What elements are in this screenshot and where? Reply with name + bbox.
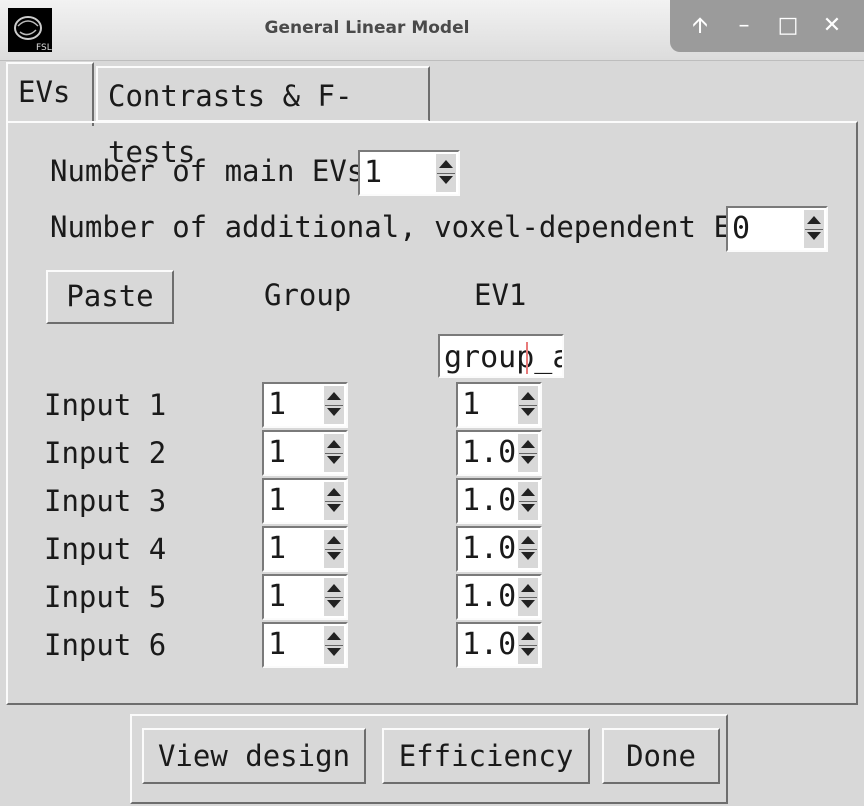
ev1-value: 1.0 bbox=[462, 531, 517, 566]
main-evs-label: Number of main EVs bbox=[50, 154, 365, 188]
main-evs-spinbox[interactable]: 1 bbox=[358, 150, 460, 196]
input-row-label: Input 4 bbox=[44, 532, 167, 566]
ev1-column-header: EV1 bbox=[474, 278, 527, 312]
spin-arrows-icon[interactable] bbox=[518, 434, 538, 472]
spin-arrows-icon[interactable] bbox=[324, 386, 344, 424]
tab-contrasts-f-tests[interactable]: Contrasts & F-tests bbox=[96, 66, 430, 169]
group-spinbox[interactable]: 1 bbox=[262, 574, 348, 620]
spin-arrows-icon[interactable] bbox=[324, 530, 344, 568]
spin-arrows-icon[interactable] bbox=[518, 626, 538, 664]
close-icon[interactable]: ✕ bbox=[810, 0, 854, 52]
group-column-header: Group bbox=[264, 278, 352, 312]
ev1-spinbox[interactable]: 1.0 bbox=[456, 622, 542, 668]
group-spinbox[interactable]: 1 bbox=[262, 382, 348, 428]
group-value: 1 bbox=[268, 627, 287, 662]
ev1-value: 1.0 bbox=[462, 483, 517, 518]
spin-arrows-icon[interactable] bbox=[324, 626, 344, 664]
input-row-label: Input 2 bbox=[44, 436, 167, 470]
ev1-value: 1.0 bbox=[462, 435, 517, 470]
additional-evs-value: 0 bbox=[732, 211, 751, 246]
group-spinbox[interactable]: 1 bbox=[262, 526, 348, 572]
window-title: General Linear Model bbox=[264, 18, 470, 38]
spin-arrows-icon[interactable] bbox=[324, 482, 344, 520]
spin-arrows-icon[interactable] bbox=[436, 154, 456, 192]
window-controls: 🡩 – □ ✕ bbox=[670, 0, 864, 52]
ev1-spinbox[interactable]: 1.0 bbox=[456, 526, 542, 572]
ev1-name-value: group_av bbox=[444, 340, 562, 375]
efficiency-button[interactable]: Efficiency bbox=[382, 728, 590, 784]
tab-evs-label: EVs bbox=[18, 75, 71, 109]
spin-arrows-icon[interactable] bbox=[324, 578, 344, 616]
done-button[interactable]: Done bbox=[602, 728, 720, 784]
ev1-name-input[interactable]: group_av bbox=[438, 334, 564, 378]
additional-evs-spinbox[interactable]: 0 bbox=[726, 206, 828, 252]
group-spinbox[interactable]: 1 bbox=[262, 622, 348, 668]
tab-evs[interactable]: EVs bbox=[6, 62, 94, 126]
ev1-value: 1 bbox=[462, 387, 481, 422]
spin-arrows-icon[interactable] bbox=[518, 578, 538, 616]
paste-button[interactable]: Paste bbox=[46, 270, 174, 324]
input-row-label: Input 1 bbox=[44, 388, 167, 422]
input-row-label: Input 6 bbox=[44, 628, 167, 662]
additional-evs-label: Number of additional, voxel-dependent EV… bbox=[50, 210, 766, 244]
spin-arrows-icon[interactable] bbox=[518, 530, 538, 568]
ev1-value: 1.0 bbox=[462, 627, 517, 662]
spin-arrows-icon[interactable] bbox=[518, 386, 538, 424]
group-value: 1 bbox=[268, 483, 287, 518]
group-spinbox[interactable]: 1 bbox=[262, 430, 348, 476]
ev1-spinbox[interactable]: 1.0 bbox=[456, 430, 542, 476]
spin-arrows-icon[interactable] bbox=[518, 482, 538, 520]
group-value: 1 bbox=[268, 435, 287, 470]
main-evs-value: 1 bbox=[364, 155, 383, 190]
ev1-spinbox[interactable]: 1.0 bbox=[456, 574, 542, 620]
ev1-value: 1.0 bbox=[462, 579, 517, 614]
input-row-label: Input 5 bbox=[44, 580, 167, 614]
spin-arrows-icon[interactable] bbox=[804, 210, 824, 248]
group-value: 1 bbox=[268, 579, 287, 614]
view-design-button[interactable]: View design bbox=[142, 728, 366, 784]
spin-arrows-icon[interactable] bbox=[324, 434, 344, 472]
minimize-icon[interactable]: – bbox=[722, 0, 766, 52]
ev1-spinbox[interactable]: 1.0 bbox=[456, 478, 542, 524]
maximize-icon[interactable]: □ bbox=[766, 0, 810, 52]
group-value: 1 bbox=[268, 387, 287, 422]
group-spinbox[interactable]: 1 bbox=[262, 478, 348, 524]
up-icon[interactable]: 🡩 bbox=[678, 0, 722, 52]
input-row-label: Input 3 bbox=[44, 484, 167, 518]
ev1-spinbox[interactable]: 1 bbox=[456, 382, 542, 428]
group-value: 1 bbox=[268, 531, 287, 566]
svg-text:FSL: FSL bbox=[36, 43, 52, 52]
text-cursor bbox=[526, 342, 528, 374]
